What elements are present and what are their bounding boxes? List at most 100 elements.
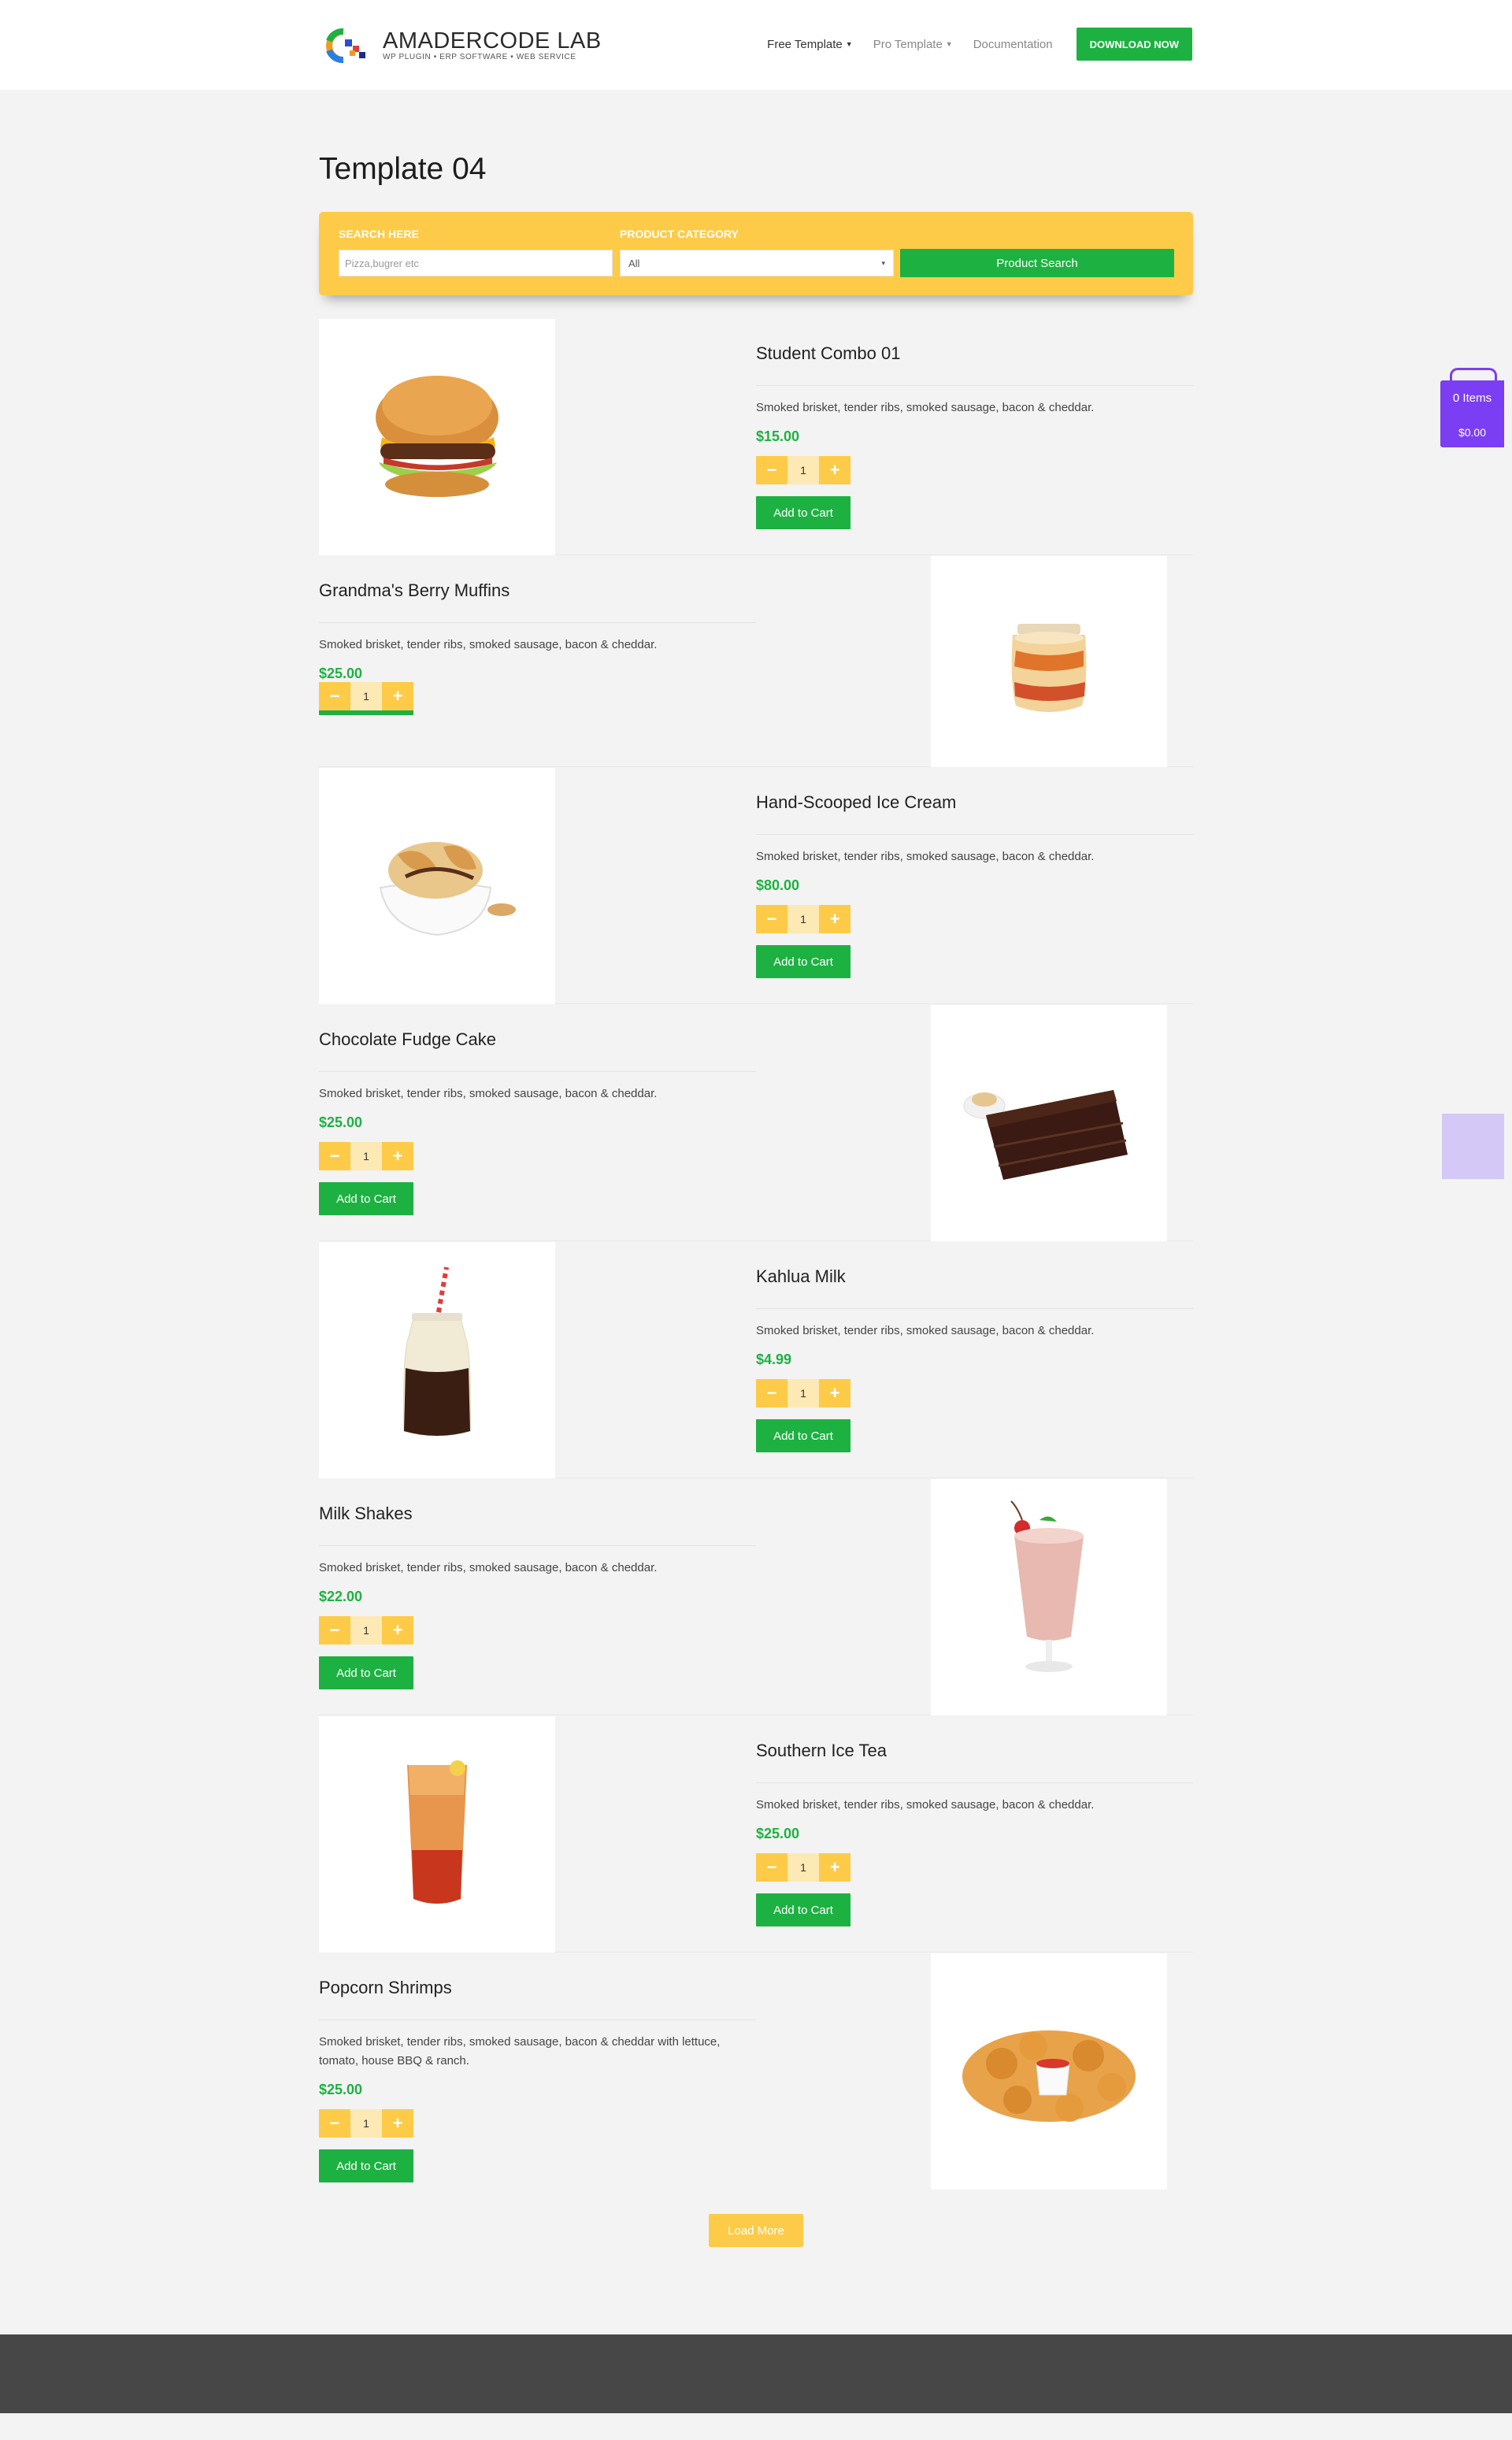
- product-card: Popcorn Shrimps Smoked brisket, tender r…: [319, 1953, 1193, 2190]
- divider: [319, 1071, 756, 1072]
- product-name[interactable]: Hand-Scooped Ice Cream: [756, 787, 1197, 818]
- quantity-value[interactable]: 1: [788, 905, 819, 933]
- add-to-cart-button[interactable]: Add to Cart: [319, 2149, 413, 2182]
- product-image[interactable]: [931, 1953, 1167, 2190]
- load-more-button[interactable]: Load More: [709, 2214, 803, 2247]
- plus-icon[interactable]: +: [819, 1379, 850, 1407]
- product-name[interactable]: Student Combo 01: [756, 338, 1197, 369]
- product-name[interactable]: Chocolate Fudge Cake: [319, 1024, 760, 1055]
- product-image[interactable]: [931, 1479, 1167, 1715]
- product-search-button[interactable]: Product Search: [900, 249, 1174, 277]
- side-floating-box[interactable]: [1442, 1114, 1504, 1179]
- quantity-value[interactable]: 1: [788, 1853, 819, 1882]
- product-image[interactable]: [319, 1242, 555, 1478]
- divider: [756, 1308, 1193, 1309]
- plus-icon[interactable]: +: [382, 1142, 413, 1170]
- divider: [756, 834, 1193, 835]
- nav-free-template-label: Free Template: [767, 37, 843, 51]
- cart-total: $0.00: [1458, 426, 1487, 439]
- divider: [756, 385, 1193, 386]
- product-card: Grandma's Berry Muffins Smoked brisket, …: [319, 556, 1193, 767]
- add-to-cart-button[interactable]: Add to Cart: [756, 1419, 850, 1452]
- quantity-stepper: − 1 +: [319, 1142, 413, 1170]
- logo-mark-icon: [320, 24, 376, 68]
- product-price: $80.00: [756, 877, 800, 893]
- nav-pro-template[interactable]: Pro Template ▼: [873, 38, 953, 51]
- quantity-value[interactable]: 1: [350, 682, 382, 710]
- add-to-cart-button[interactable]: Add to Cart: [756, 1893, 850, 1926]
- quantity-stepper: − 1 +: [319, 682, 413, 710]
- quantity-stepper: − 1 +: [756, 905, 850, 933]
- side-cart-widget[interactable]: 0 Items $0.00: [1440, 368, 1504, 447]
- plus-icon[interactable]: +: [819, 1853, 850, 1882]
- search-panel: SEARCH HERE Pizza,bugrer etc PRODUCT CAT…: [319, 212, 1193, 295]
- product-price: $22.00: [319, 1589, 363, 1604]
- cart-items-count: 0 Items: [1452, 391, 1492, 405]
- plus-icon[interactable]: +: [382, 682, 413, 710]
- product-name[interactable]: Milk Shakes: [319, 1498, 760, 1530]
- product-card: Student Combo 01 Smoked brisket, tender …: [319, 319, 1193, 555]
- page-title: Template 04: [319, 152, 487, 186]
- product-name[interactable]: Popcorn Shrimps: [319, 1972, 760, 2004]
- product-price: $25.00: [756, 1826, 800, 1841]
- download-now-button[interactable]: DOWNLOAD NOW: [1076, 28, 1192, 61]
- minus-icon[interactable]: −: [756, 1379, 788, 1407]
- product-image[interactable]: [319, 319, 555, 555]
- plus-icon[interactable]: +: [819, 905, 850, 933]
- burger-icon: [376, 376, 498, 497]
- minus-icon[interactable]: −: [319, 682, 350, 710]
- product-image[interactable]: [319, 768, 555, 1004]
- add-to-cart-button[interactable]: Add to Cart: [319, 1182, 413, 1215]
- logo[interactable]: AMADERCODE LAB WP PLUGIN • ERP SOFTWARE …: [320, 24, 602, 68]
- add-to-cart-button[interactable]: Add to Cart: [756, 945, 850, 978]
- category-select[interactable]: All ▾: [620, 250, 894, 276]
- product-price: $25.00: [319, 1114, 363, 1130]
- plus-icon[interactable]: +: [819, 456, 850, 484]
- add-to-cart-button[interactable]: Add to Cart: [756, 496, 850, 529]
- quantity-stepper: − 1 +: [756, 456, 850, 484]
- product-name[interactable]: Grandma's Berry Muffins: [319, 575, 760, 606]
- quantity-value[interactable]: 1: [350, 2109, 382, 2138]
- minus-icon[interactable]: −: [756, 1853, 788, 1882]
- product-description: Smoked brisket, tender ribs, smoked saus…: [319, 1087, 658, 1100]
- quantity-value[interactable]: 1: [788, 456, 819, 484]
- quantity-stepper: − 1 +: [756, 1853, 850, 1882]
- product-price: $25.00: [319, 666, 363, 681]
- product-image[interactable]: [931, 1005, 1167, 1241]
- product-description: Smoked brisket, tender ribs, smoked saus…: [756, 1324, 1095, 1337]
- minus-icon[interactable]: −: [756, 456, 788, 484]
- search-input[interactable]: Pizza,bugrer etc: [339, 250, 613, 276]
- product-image[interactable]: [931, 556, 1167, 767]
- minus-icon[interactable]: −: [319, 2109, 350, 2138]
- product-price: $4.99: [756, 1352, 792, 1367]
- quantity-stepper: − 1 +: [756, 1379, 850, 1407]
- search-placeholder: Pizza,bugrer etc: [345, 257, 419, 269]
- quantity-value[interactable]: 1: [788, 1379, 819, 1407]
- quantity-stepper: − 1 +: [319, 2109, 413, 2138]
- chocolate-cake-icon: [963, 1090, 1128, 1180]
- nav-documentation[interactable]: Documentation: [973, 38, 1053, 51]
- product-card: Milk Shakes Smoked brisket, tender ribs,…: [319, 1479, 1193, 1715]
- product-description: Smoked brisket, tender ribs, smoked saus…: [756, 850, 1095, 863]
- product-name[interactable]: Southern Ice Tea: [756, 1735, 1197, 1767]
- product-image[interactable]: [319, 1716, 555, 1952]
- add-to-cart-button[interactable]: Add to Cart: [319, 1656, 413, 1689]
- nav-free-template[interactable]: Free Template ▼: [767, 38, 853, 51]
- minus-icon[interactable]: −: [319, 1142, 350, 1170]
- select-caret-icon: ▾: [881, 258, 885, 267]
- minus-icon[interactable]: −: [319, 1616, 350, 1645]
- product-name[interactable]: Kahlua Milk: [756, 1261, 1197, 1292]
- minus-icon[interactable]: −: [756, 905, 788, 933]
- ice-cream-icon: [379, 842, 516, 936]
- plus-icon[interactable]: +: [382, 1616, 413, 1645]
- category-selected: All: [628, 257, 640, 269]
- cart-bag-handle-icon: [1450, 368, 1497, 384]
- quantity-value[interactable]: 1: [350, 1616, 382, 1645]
- logo-title: AMADERCODE LAB: [383, 28, 602, 54]
- quantity-value[interactable]: 1: [350, 1142, 382, 1170]
- product-description: Smoked brisket, tender ribs, smoked saus…: [319, 1561, 658, 1574]
- nav-pro-template-label: Pro Template: [873, 37, 943, 51]
- quantity-stepper: − 1 +: [319, 1616, 413, 1645]
- plus-icon[interactable]: +: [382, 2109, 413, 2138]
- product-description: Smoked brisket, tender ribs, smoked saus…: [319, 2035, 721, 2067]
